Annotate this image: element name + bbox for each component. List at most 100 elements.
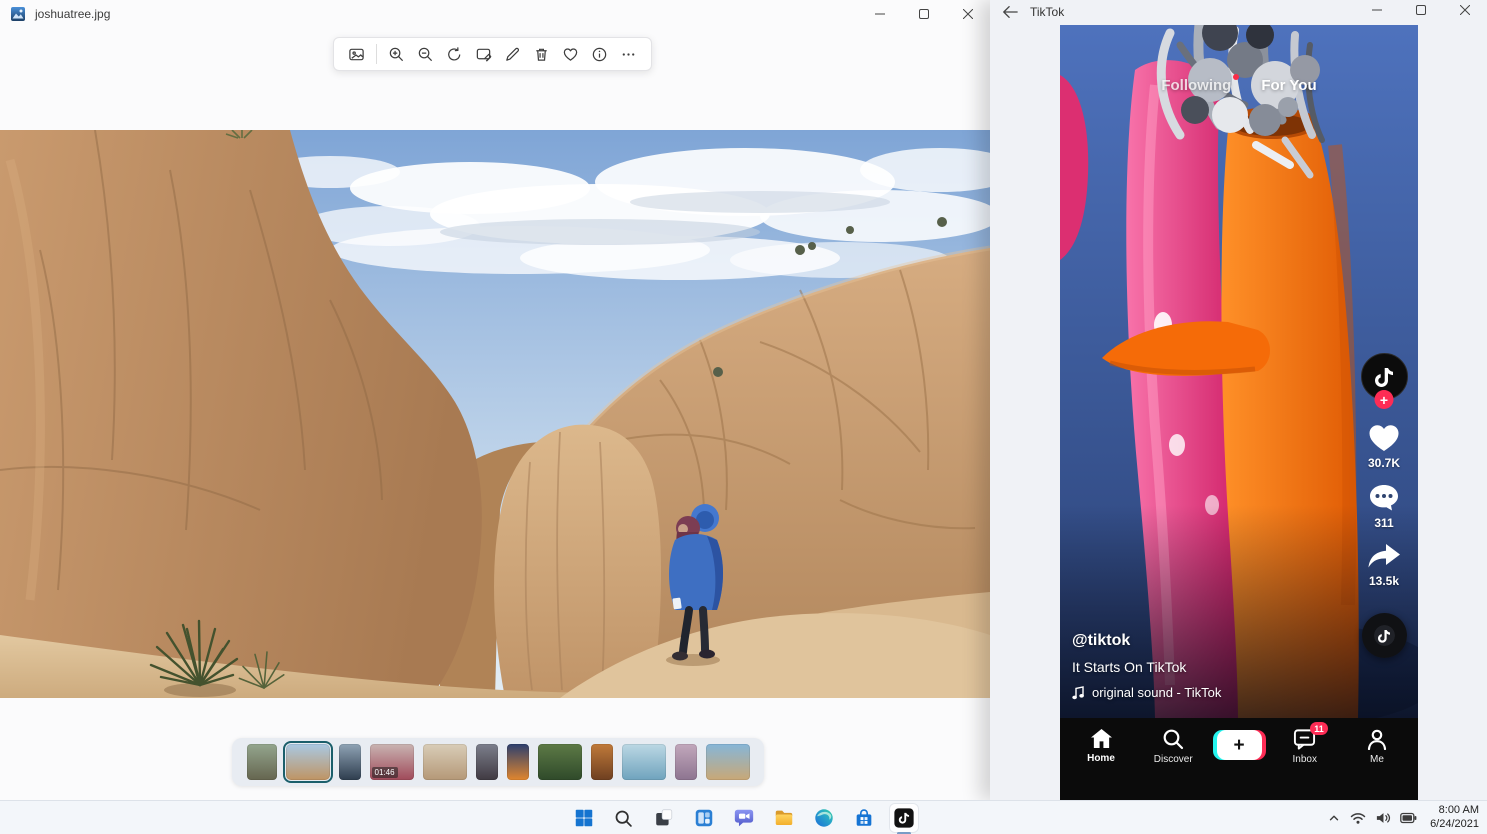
tiktok-titlebar: TikTok — [990, 0, 1487, 24]
rotate-icon[interactable] — [440, 40, 469, 68]
filmstrip-thumbnail-2[interactable] — [282, 741, 333, 783]
tab-for-you[interactable]: For You — [1261, 77, 1316, 94]
follow-plus-button[interactable]: + — [1374, 390, 1394, 409]
file-explorer-icon — [775, 810, 792, 826]
filmstrip-thumbnail-8[interactable] — [537, 744, 582, 780]
discover-icon — [1163, 729, 1184, 750]
feed-tabs: Following For You — [1060, 74, 1418, 94]
tiktok-window-title: TikTok — [1030, 5, 1065, 19]
hidden-icons-chevron[interactable] — [1327, 811, 1341, 825]
photo-joshuatree[interactable] — [0, 130, 990, 698]
photos-app-icon — [11, 7, 25, 21]
plus-icon: + — [1216, 730, 1262, 760]
nav-inbox-label: Inbox — [1292, 754, 1317, 765]
tiktok-window: TikTok Following For You + 30.7K 311 13.… — [990, 0, 1487, 800]
chat-icon — [734, 809, 753, 827]
task-view-button[interactable] — [650, 804, 678, 832]
minimize-button[interactable] — [858, 0, 902, 28]
caption-text: It Starts On TikTok — [1072, 659, 1187, 675]
tab-for-you-label: For You — [1261, 77, 1317, 94]
filmstrip-thumbnail-5[interactable] — [422, 744, 467, 780]
maximize-button[interactable] — [902, 0, 946, 28]
taskbar-center-icons — [570, 801, 918, 834]
crop-edit-icon[interactable] — [469, 40, 498, 68]
widgets-button[interactable] — [690, 804, 718, 832]
photos-toolbar — [333, 37, 652, 71]
filmstrip-thumbnail-11[interactable] — [674, 744, 697, 780]
creator-username[interactable]: @tiktok — [1072, 632, 1221, 650]
nav-home-label: Home — [1087, 753, 1115, 764]
nav-me[interactable]: Me — [1348, 728, 1406, 800]
see-all-photos-icon[interactable] — [342, 40, 371, 68]
tiktok-note-icon — [1378, 629, 1390, 643]
tiktok-window-controls — [1355, 0, 1487, 26]
edge-button[interactable] — [810, 804, 838, 832]
video-caption: @tiktok It Starts On TikTok original sou… — [1072, 632, 1221, 700]
chat-button[interactable] — [730, 804, 758, 832]
draw-icon[interactable] — [498, 40, 527, 68]
info-icon[interactable] — [585, 40, 614, 68]
windows-start-icon — [575, 809, 592, 827]
close-button[interactable] — [946, 0, 990, 28]
widgets-icon — [695, 809, 712, 827]
nav-home[interactable]: Home — [1072, 728, 1130, 800]
video-screen[interactable]: Following For You + 30.7K 311 13.5k @tik… — [1060, 25, 1418, 718]
nav-discover[interactable]: Discover — [1144, 728, 1202, 800]
like-heart-icon[interactable] — [1367, 423, 1401, 453]
filmstrip-thumbnail-10[interactable] — [621, 744, 666, 780]
maximize-button[interactable] — [1399, 0, 1443, 22]
zoom-out-icon[interactable] — [411, 40, 440, 68]
sound-disc[interactable] — [1361, 613, 1407, 658]
close-button[interactable] — [1443, 0, 1487, 22]
comment-count[interactable]: 311 — [1374, 516, 1393, 530]
tiktok-logo-icon — [1375, 367, 1393, 387]
system-tray: 8:00 AM 6/24/2021 — [1327, 801, 1479, 834]
start-button[interactable] — [570, 804, 598, 832]
joshuatree-photo-image — [0, 130, 990, 698]
sound-row[interactable]: original sound - TikTok — [1072, 685, 1221, 700]
share-count[interactable]: 13.5k — [1369, 574, 1399, 588]
minimize-button[interactable] — [1355, 0, 1399, 22]
back-arrow-icon[interactable] — [1002, 5, 1018, 19]
nav-discover-label: Discover — [1153, 754, 1193, 765]
tab-following[interactable]: Following — [1161, 74, 1240, 94]
filmstrip-thumbnail-12[interactable] — [705, 744, 750, 780]
photos-titlebar: joshuatree.jpg — [0, 0, 990, 28]
creator-avatar[interactable]: + — [1360, 353, 1408, 409]
engagement-rail: + 30.7K 311 13.5k — [1358, 353, 1410, 658]
filmstrip-thumbnail-7[interactable] — [506, 744, 529, 780]
filmstrip-thumbnail-6[interactable] — [475, 744, 498, 780]
tiktok-video-player[interactable]: Following For You + 30.7K 311 13.5k @tik… — [1060, 25, 1418, 800]
zoom-in-icon[interactable] — [382, 40, 411, 68]
create-button[interactable]: + — [1212, 730, 1266, 760]
battery-icon[interactable] — [1400, 812, 1417, 824]
photos-window-controls — [858, 0, 990, 28]
me-icon — [1367, 729, 1387, 750]
filmstrip-thumbnail-9[interactable] — [590, 744, 613, 780]
filmstrip-thumbnail-1[interactable] — [246, 744, 277, 780]
favorite-icon[interactable] — [556, 40, 585, 68]
filmstrip-thumbnail-3[interactable] — [338, 744, 361, 780]
taskbar-clock[interactable]: 8:00 AM 6/24/2021 — [1426, 804, 1479, 832]
store-button[interactable] — [850, 804, 878, 832]
share-icon[interactable] — [1367, 543, 1401, 571]
nav-inbox[interactable]: 11 Inbox — [1276, 722, 1334, 800]
more-icon[interactable] — [614, 40, 643, 68]
comment-icon[interactable] — [1368, 483, 1400, 513]
search-button[interactable] — [610, 804, 638, 832]
photos-window-title: joshuatree.jpg — [35, 7, 111, 21]
volume-icon[interactable] — [1375, 811, 1391, 825]
notification-dot — [1233, 74, 1240, 80]
taskbar: 8:00 AM 6/24/2021 — [0, 800, 1487, 834]
search-icon — [615, 810, 632, 827]
tiktok-taskbar-button[interactable] — [889, 804, 918, 834]
delete-icon[interactable] — [527, 40, 556, 68]
filmstrip-thumbnail-4[interactable]: 01:46 — [369, 744, 414, 780]
photos-window: joshuatree.jpg 01:46 — [0, 0, 990, 800]
tiktok-app-icon — [893, 808, 914, 828]
like-count[interactable]: 30.7K — [1368, 456, 1400, 470]
wifi-icon[interactable] — [1350, 811, 1366, 825]
file-explorer-button[interactable] — [770, 804, 798, 832]
clock-time: 8:00 AM — [1438, 804, 1479, 817]
filmstrip[interactable]: 01:46 — [232, 738, 764, 786]
